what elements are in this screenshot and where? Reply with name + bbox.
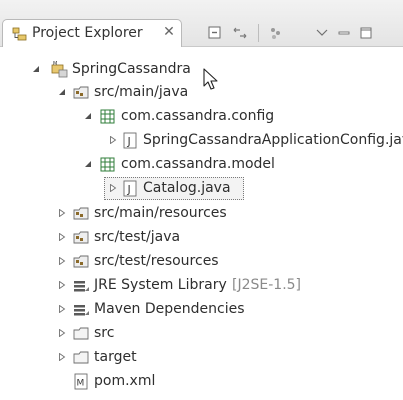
- expanded-arrow-icon[interactable]: [58, 88, 66, 96]
- folder-icon: [73, 351, 89, 364]
- tree-item-springcassandra[interactable]: M SpringCassandra: [0, 60, 403, 80]
- collapsed-arrow-icon[interactable]: [58, 305, 66, 313]
- source-folder-icon: [73, 255, 89, 268]
- expanded-arrow-icon[interactable]: [32, 65, 40, 73]
- collapsed-arrow-icon[interactable]: [58, 353, 66, 361]
- package-icon: [100, 109, 115, 124]
- toolbar-separator: [258, 24, 259, 42]
- tree-item-label: src: [94, 325, 115, 341]
- source-folder-icon: [73, 86, 89, 99]
- tree-item-target[interactable]: target: [0, 348, 403, 368]
- tree-item-label: Catalog.java: [143, 180, 231, 196]
- tab-project-explorer[interactable]: Project Explorer ✕: [2, 19, 182, 47]
- collapsed-arrow-icon[interactable]: [58, 257, 66, 265]
- library-icon: [74, 305, 89, 316]
- collapse-all-icon[interactable]: [206, 24, 224, 42]
- collapsed-arrow-icon[interactable]: [58, 329, 66, 337]
- collapsed-arrow-icon[interactable]: [109, 184, 117, 192]
- collapsed-arrow-icon[interactable]: [58, 209, 66, 217]
- tree-item-label: com.cassandra.model: [121, 156, 275, 172]
- tree-item-label: com.cassandra.config: [121, 108, 275, 124]
- tree-item-springcassandraapplicationconfig[interactable]: J SpringCassandraApplicationConfig.java: [0, 131, 403, 151]
- project-icon: M: [51, 61, 68, 78]
- close-icon[interactable]: ✕: [161, 24, 177, 40]
- tree-item-label: src/main/resources: [94, 205, 227, 221]
- tree-item-src[interactable]: src: [0, 324, 403, 344]
- tree-item-label: JRE System Library: [94, 277, 227, 293]
- expanded-arrow-icon[interactable]: [84, 112, 92, 120]
- source-folder-icon: [73, 207, 89, 220]
- package-icon: [100, 157, 115, 172]
- tree-item-package-model[interactable]: com.cassandra.model: [0, 155, 403, 175]
- tree-item-src-test-java[interactable]: src/test/java: [0, 228, 403, 248]
- collapsed-arrow-icon[interactable]: [58, 233, 66, 241]
- view-header: Project Explorer ✕: [0, 0, 403, 47]
- java-file-icon: J: [123, 132, 137, 149]
- tree-item-package-config[interactable]: com.cassandra.config: [0, 107, 403, 127]
- tree-item-label: SpringCassandraApplicationConfig.java: [143, 132, 403, 148]
- tree-item-jre-system-library[interactable]: JRE System Library [J2SE-1.5]: [0, 276, 403, 296]
- project-tree: M SpringCassandra src/main/java com.cass…: [0, 47, 403, 400]
- collapsed-arrow-icon[interactable]: [109, 136, 117, 144]
- source-folder-icon: [73, 231, 89, 244]
- tree-item-label: Maven Dependencies: [94, 301, 245, 317]
- mouse-pointer-icon: [203, 68, 218, 90]
- tree-item-maven-dependencies[interactable]: Maven Dependencies: [0, 300, 403, 320]
- project-explorer-icon: [12, 27, 27, 41]
- minimize-icon[interactable]: [335, 24, 353, 42]
- svg-text:M: M: [77, 379, 85, 389]
- expanded-arrow-icon[interactable]: [84, 160, 92, 168]
- svg-text:J: J: [127, 135, 131, 148]
- folder-icon: [73, 327, 89, 340]
- collapsed-arrow-icon[interactable]: [58, 281, 66, 289]
- link-with-editor-icon[interactable]: [231, 24, 249, 42]
- tab-label: Project Explorer: [32, 25, 143, 41]
- svg-text:M: M: [53, 61, 57, 67]
- tree-item-label: target: [94, 349, 137, 365]
- java-file-icon: J: [123, 180, 137, 197]
- tree-item-label: SpringCassandra: [72, 61, 191, 77]
- tree-item-label: src/main/java: [94, 84, 189, 100]
- maximize-icon[interactable]: [357, 24, 375, 42]
- library-icon: [74, 281, 89, 292]
- focus-icon[interactable]: [267, 24, 285, 42]
- tree-item-src-main-java[interactable]: src/main/java: [0, 83, 403, 103]
- tree-item-src-test-resources[interactable]: src/test/resources: [0, 252, 403, 272]
- svg-text:J: J: [127, 183, 131, 196]
- tree-item-decoration: [J2SE-1.5]: [232, 277, 302, 293]
- tree-item-label: pom.xml: [94, 373, 156, 389]
- tree-item-label: src/test/java: [94, 229, 181, 245]
- tree-item-catalog-java[interactable]: J Catalog.java: [0, 179, 403, 199]
- tree-item-src-main-resources[interactable]: src/main/resources: [0, 204, 403, 224]
- tree-item-label: src/test/resources: [94, 253, 219, 269]
- tree-item-pom-xml[interactable]: M pom.xml: [0, 372, 403, 392]
- view-menu-icon[interactable]: [313, 24, 331, 42]
- maven-file-icon: M: [74, 373, 88, 390]
